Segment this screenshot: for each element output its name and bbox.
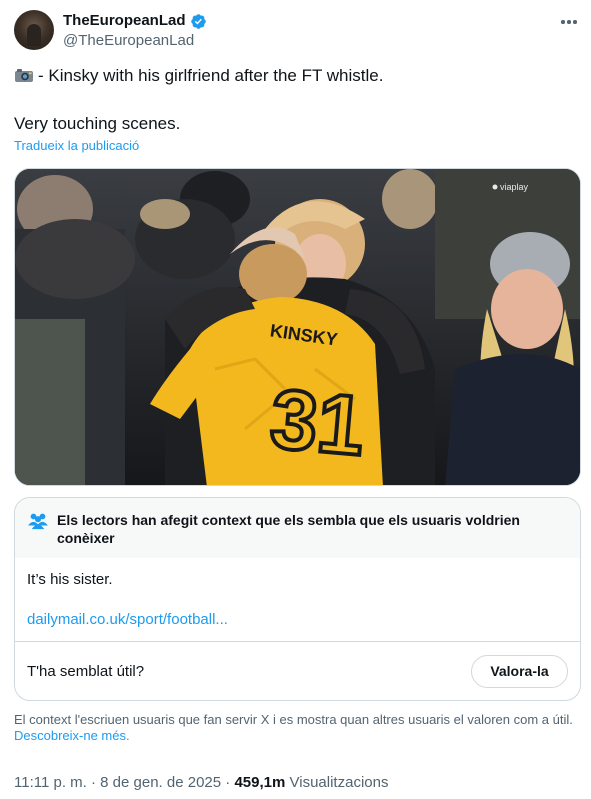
- rate-it-button[interactable]: Valora-la: [471, 654, 568, 688]
- community-note-disclaimer: El context l'escriuen usuaris que fan se…: [14, 712, 574, 744]
- viaplay-watermark: viaplay: [500, 182, 529, 192]
- community-note-source-link[interactable]: dailymail.co.uk/sport/football...: [27, 610, 568, 630]
- meta-separator-2: ·: [225, 774, 231, 791]
- tweet-text: - Kinsky with his girlfriend after the F…: [14, 64, 580, 136]
- translate-link[interactable]: Tradueix la publicació: [14, 138, 139, 154]
- tweet-time[interactable]: 11:11 p. m.: [14, 774, 87, 791]
- tweet-meta: 11:11 p. m. · 8 de gen. de 2025 · 459,1m…: [14, 773, 388, 793]
- tweet-line-1: - Kinsky with his girlfriend after the F…: [14, 64, 580, 88]
- community-note-footer: T'ha semblat útil? Valora-la: [15, 642, 580, 700]
- tweet-date[interactable]: 8 de gen. de 2025: [100, 774, 221, 791]
- camera-flash-icon: [15, 69, 33, 82]
- community-note-text: It’s his sister.: [27, 571, 113, 588]
- views-label: Visualitzacions: [289, 774, 389, 791]
- helpful-question: T'ha semblat útil?: [27, 662, 145, 680]
- avatar[interactable]: [14, 10, 54, 50]
- shirt-number-text: 31: [267, 371, 368, 473]
- disclaimer-text: El context l'escriuen usuaris que fan se…: [14, 712, 573, 727]
- community-note-body: It’s his sister. dailymail.co.uk/sport/f…: [15, 558, 580, 642]
- community-note-header: Els lectors han afegit context que els s…: [15, 498, 580, 558]
- photo-illustration: KINSKY 31 viaplay: [15, 169, 580, 485]
- meta-separator-1: ·: [91, 774, 96, 791]
- author-handle[interactable]: @TheEuropeanLad: [63, 31, 194, 51]
- author-display-name[interactable]: TheEuropeanLad: [63, 11, 186, 31]
- community-note: Els lectors han afegit context que els s…: [14, 497, 581, 701]
- tweet-line-2: Very touching scenes.: [14, 114, 181, 133]
- viaplay-logo-icon: [492, 184, 498, 190]
- author-name-row: TheEuropeanLad: [63, 11, 207, 31]
- learn-more-link[interactable]: Descobreix-ne més.: [14, 728, 130, 743]
- verified-badge-icon: [190, 13, 206, 29]
- more-options-icon[interactable]: [558, 12, 580, 32]
- community-note-title: Els lectors han afegit context que els s…: [57, 512, 520, 546]
- views-count: 459,1m: [234, 774, 286, 791]
- tweet-photo[interactable]: KINSKY 31 viaplay: [14, 168, 581, 486]
- tweet-header: TheEuropeanLad @TheEuropeanLad: [14, 10, 580, 52]
- tweet-line-1-text: - Kinsky with his girlfriend after the F…: [38, 66, 384, 85]
- people-icon: [28, 513, 48, 530]
